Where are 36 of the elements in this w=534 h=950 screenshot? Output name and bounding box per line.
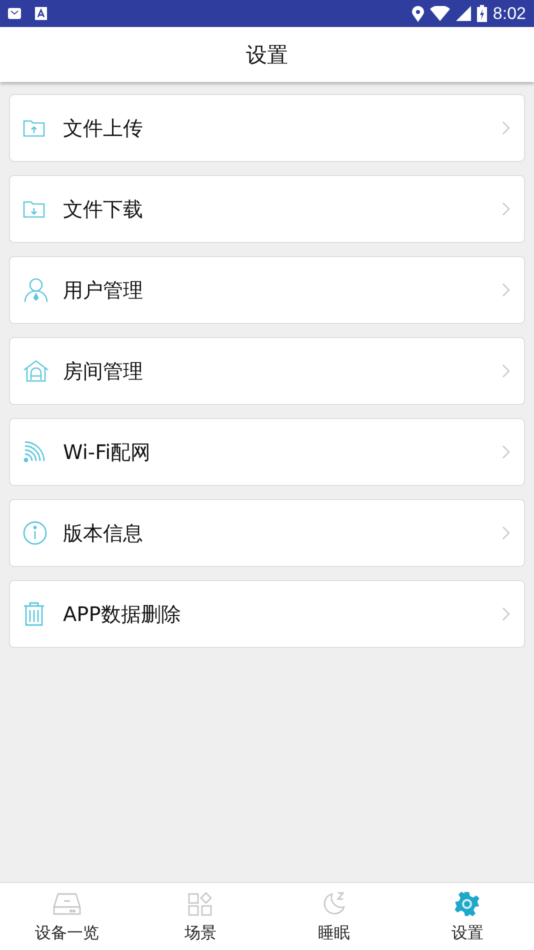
text-icon: [35, 7, 47, 20]
tab[interactable]: 睡眠: [267, 883, 400, 950]
hard-drive-icon: [52, 893, 81, 915]
chevron-icon: [502, 445, 510, 459]
location-icon: [412, 6, 424, 22]
trash-icon: [23, 602, 45, 626]
settings-item[interactable]: 版本信息: [9, 499, 525, 567]
page-title: 设置: [246, 42, 288, 68]
battery-icon: [476, 5, 487, 22]
settings-item[interactable]: Wi-Fi配网: [9, 418, 525, 486]
settings-item[interactable]: 房间管理: [9, 337, 525, 405]
chevron-icon: [502, 121, 510, 135]
house-icon: [23, 359, 49, 383]
tab[interactable]: 场景: [134, 883, 267, 950]
tab[interactable]: 设备一览: [0, 883, 134, 950]
tab[interactable]: 设置: [400, 883, 534, 950]
chevron-icon: [502, 283, 510, 297]
cell-signal-icon: [456, 6, 471, 21]
chevron-icon: [502, 364, 510, 378]
wifi-signal-icon: [430, 6, 450, 21]
grid-icon: [188, 892, 212, 916]
settings-item[interactable]: 用户管理: [9, 256, 525, 324]
chevron-icon: [502, 607, 510, 621]
folder-download-icon: [23, 200, 45, 218]
settings-item[interactable]: 文件上传: [9, 94, 525, 162]
chevron-icon: [502, 202, 510, 216]
info-icon: [23, 521, 47, 545]
mail-icon: [8, 8, 21, 19]
wifi-icon: [23, 441, 45, 463]
user-icon: [23, 277, 49, 303]
folder-upload-icon: [23, 119, 45, 137]
clock-time: 8:02: [492, 4, 526, 24]
chevron-icon: [502, 526, 510, 540]
settings-item[interactable]: APP数据删除: [9, 580, 525, 648]
settings-item[interactable]: 文件下载: [9, 175, 525, 243]
settings-icon: [454, 891, 480, 917]
